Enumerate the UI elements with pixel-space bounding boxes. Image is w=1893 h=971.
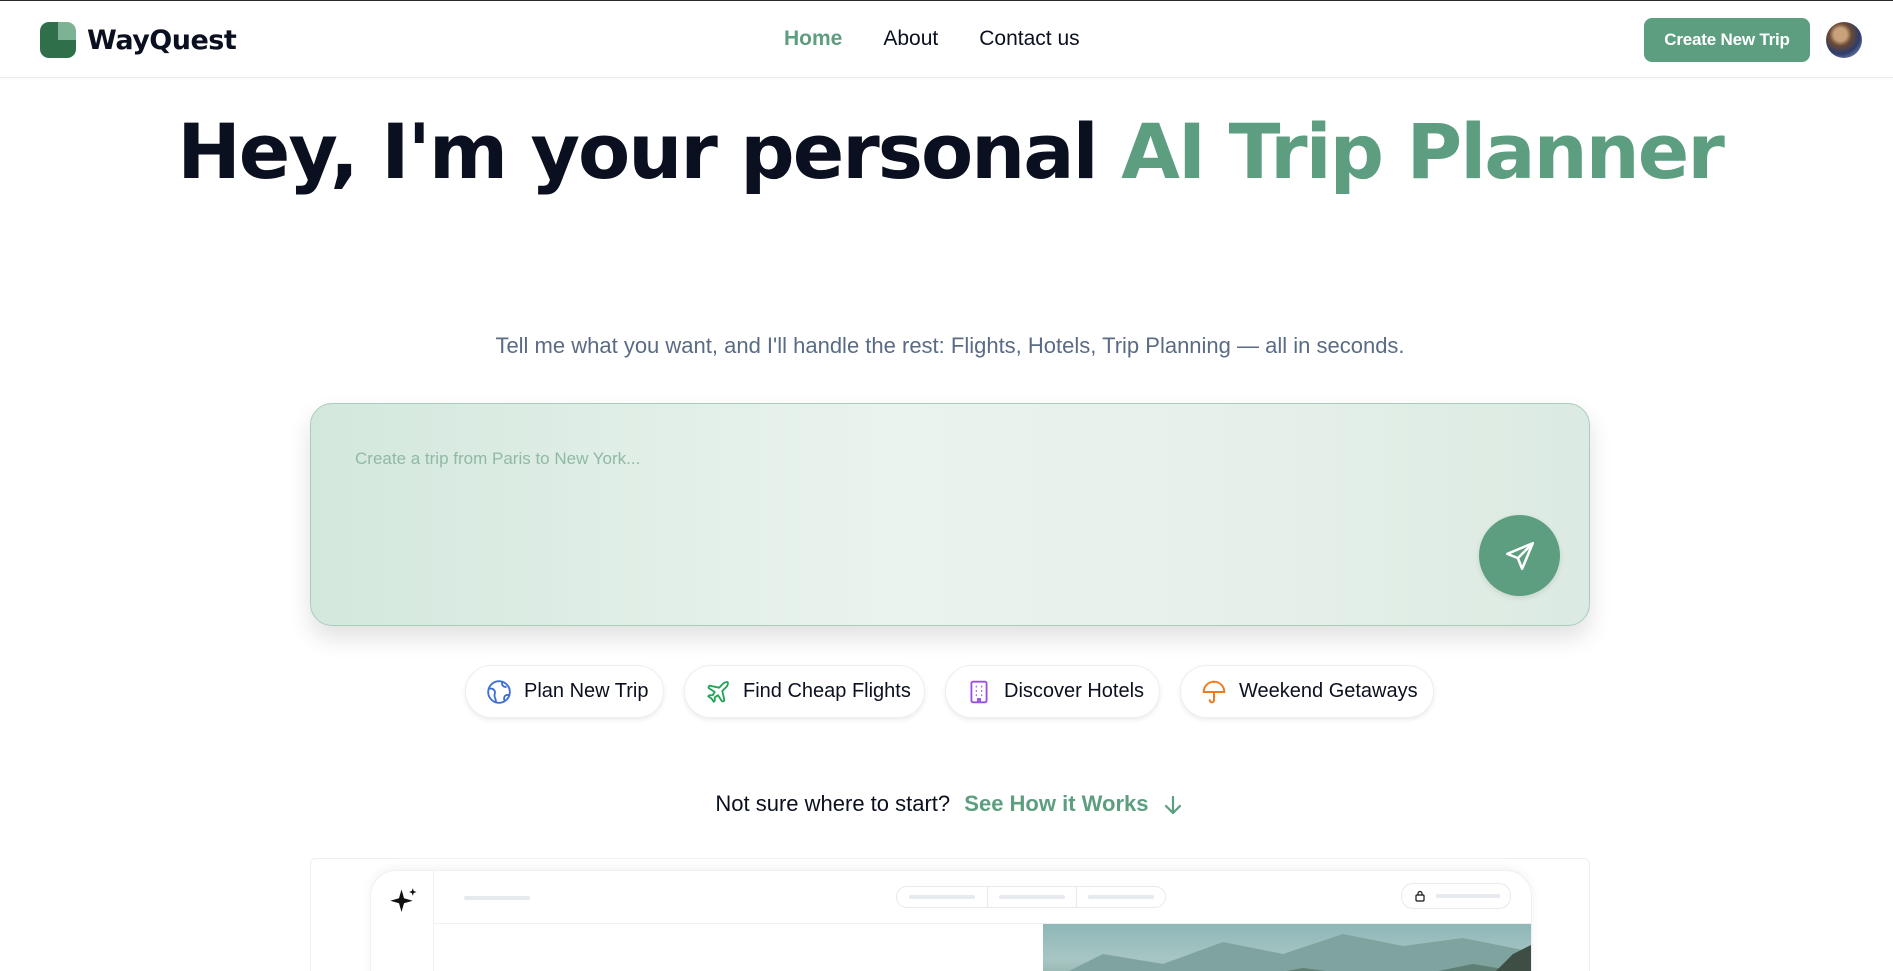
top-navbar: WayQuest Home About Contact us Create Ne…	[0, 0, 1893, 78]
chip-weekend-getaways[interactable]: Weekend Getaways	[1180, 665, 1434, 718]
preview-sidebar	[371, 871, 434, 971]
plane-icon	[707, 680, 729, 703]
clover-logo-icon	[40, 22, 76, 58]
chip-label: Find Cheap Flights	[743, 680, 911, 702]
chip-discover-hotels[interactable]: Discover Hotels	[945, 665, 1160, 718]
brand-name: WayQuest	[87, 24, 237, 56]
preview-placeholder-line	[1436, 894, 1500, 898]
create-new-trip-button[interactable]: Create New Trip	[1644, 18, 1810, 62]
app-preview-window	[370, 870, 1532, 971]
hero-subtitle: Tell me what you want, and I'll handle t…	[495, 333, 1405, 358]
preview-divider	[1076, 887, 1077, 907]
chip-label: Weekend Getaways	[1239, 680, 1418, 702]
chip-plan-new-trip[interactable]: Plan New Trip	[465, 665, 664, 718]
hero-title: Hey, I'm your personal AI Trip Planner	[0, 105, 1893, 198]
umbrella-icon	[1202, 680, 1226, 703]
nav-about[interactable]: About	[883, 27, 938, 51]
how-it-works-prompt: Not sure where to start? See How it Work…	[0, 791, 1893, 817]
preview-divider	[987, 887, 988, 907]
nav-contact[interactable]: Contact us	[979, 27, 1079, 51]
chip-label: Discover Hotels	[1004, 680, 1145, 702]
chip-find-cheap-flights[interactable]: Find Cheap Flights	[684, 665, 925, 718]
main-nav: Home About Contact us	[784, 27, 1080, 51]
building-icon	[970, 680, 988, 703]
preview-placeholder-line	[909, 895, 975, 899]
chip-label: Plan New Trip	[524, 680, 649, 702]
globe-icon	[487, 679, 511, 704]
quick-actions: Plan New Trip Find Cheap Flights Discove…	[0, 665, 1893, 719]
nav-home[interactable]: Home	[784, 27, 842, 51]
user-avatar[interactable]	[1826, 22, 1862, 58]
trip-prompt-box	[310, 403, 1590, 626]
preview-mountain-image	[1043, 924, 1531, 971]
preview-tab-group	[896, 886, 1166, 908]
trip-prompt-input[interactable]	[355, 444, 1355, 474]
sparkle-icon	[390, 888, 417, 912]
preview-placeholder-line	[464, 896, 530, 900]
how-question: Not sure where to start?	[715, 791, 951, 816]
send-button[interactable]	[1479, 515, 1560, 596]
send-icon	[1505, 541, 1534, 570]
preview-placeholder-line	[999, 895, 1065, 899]
hero-title-accent: AI Trip Planner	[1121, 107, 1725, 196]
arrow-down-icon	[1164, 796, 1181, 815]
brand-logo[interactable]: WayQuest	[38, 20, 237, 60]
lock-icon	[1415, 890, 1425, 902]
see-how-it-works-link[interactable]: See How it Works	[964, 791, 1148, 816]
mountain-illustration	[1069, 934, 1531, 971]
hero-title-main: Hey, I'm your personal	[177, 107, 1122, 196]
preview-search-pill	[1401, 883, 1511, 909]
preview-topbar	[434, 871, 1531, 924]
preview-placeholder-line	[1088, 895, 1154, 899]
